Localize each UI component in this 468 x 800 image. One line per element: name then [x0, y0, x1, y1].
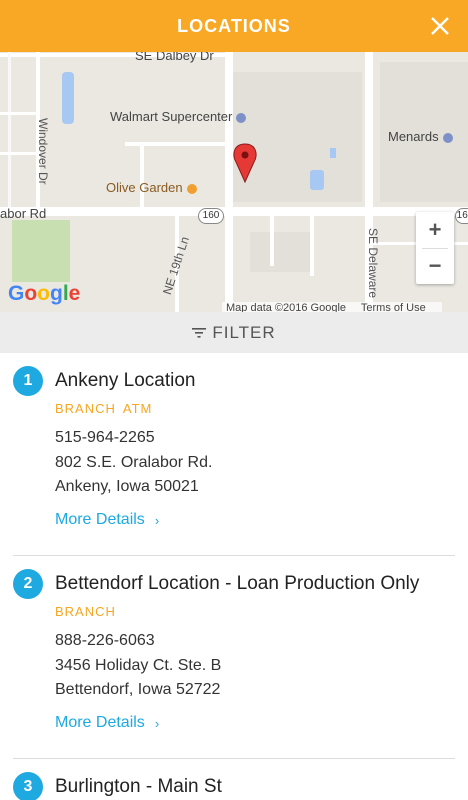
zoom-divider: [422, 248, 448, 249]
chevron-right-icon: ›: [154, 715, 160, 731]
more-details-link[interactable]: More Details ›: [55, 511, 159, 529]
location-phone[interactable]: 515-964-2265: [55, 429, 155, 447]
location-name: Bettendorf Location - Loan Production On…: [55, 573, 420, 594]
shopping-icon: [236, 112, 247, 123]
map-data-text: Map data ©2016 Google: [226, 302, 347, 312]
tag-atm: ATM: [122, 401, 153, 416]
list-item[interactable]: 2 Bettendorf Location - Loan Production …: [13, 556, 455, 759]
map-background: [0, 52, 468, 312]
route-160-shield-right: 160: [455, 208, 468, 224]
filter-button[interactable]: FILTER: [0, 312, 468, 353]
header-bar: LOCATIONS: [0, 0, 468, 52]
zoom-in-button[interactable]: +: [416, 212, 454, 248]
location-number-badge: 3: [13, 772, 43, 800]
location-address-line1: 3456 Holiday Ct. Ste. B: [55, 657, 222, 674]
location-name: Ankeny Location: [55, 370, 196, 391]
map-label-sedelaware: SE Delaware: [366, 228, 380, 299]
tag-branch: BRANCH: [55, 604, 116, 619]
filter-label: FILTER: [212, 322, 276, 342]
location-phone[interactable]: 888-226-6063: [55, 632, 155, 650]
location-address-line2: Ankeny, Iowa 50021: [55, 478, 199, 495]
list-item[interactable]: 3 Burlington - Main St: [13, 759, 455, 800]
map-view[interactable]: SE Dalbey Dr Walmart Supercenter Menards…: [0, 52, 468, 312]
map-label-oralabor: abor Rd: [0, 206, 47, 221]
zoom-out-button[interactable]: −: [416, 248, 454, 284]
list-item[interactable]: 1 Ankeny Location BRANCH ATM 515-964-2265…: [13, 353, 455, 556]
location-number-badge: 2: [13, 569, 43, 599]
shopping-icon: [442, 132, 453, 143]
map-label-walmart: Walmart Supercenter: [110, 109, 247, 124]
map-label-dalbey: SE Dalbey Dr: [135, 52, 214, 63]
more-details-label: More Details: [55, 511, 145, 528]
google-logo[interactable]: Google: [8, 282, 80, 306]
locations-list: 1 Ankeny Location BRANCH ATM 515-964-2265…: [0, 353, 468, 800]
location-number-badge: 1: [13, 366, 43, 396]
zoom-controls: + −: [416, 212, 454, 284]
more-details-label: More Details: [55, 714, 145, 731]
location-address-line2: Bettendorf, Iowa 52722: [55, 681, 221, 698]
location-tags: BRANCH: [55, 604, 123, 619]
location-tags: BRANCH ATM: [55, 401, 159, 416]
location-name: Burlington - Main St: [55, 776, 222, 797]
map-label-windover: Windover Dr: [36, 118, 50, 185]
chevron-right-icon: ›: [154, 512, 160, 528]
more-details-link[interactable]: More Details ›: [55, 714, 159, 732]
close-button[interactable]: [426, 12, 454, 40]
tag-branch: BRANCH: [55, 401, 116, 416]
location-address-line1: 802 S.E. Oralabor Rd.: [55, 454, 213, 471]
page-title: LOCATIONS: [177, 15, 291, 36]
map-label-menards: Menards: [388, 129, 453, 144]
route-160-shield: 160: [198, 208, 224, 224]
map-attribution: Map data ©2016 Google Terms of Use: [222, 302, 442, 312]
close-icon: [431, 17, 449, 35]
restaurant-icon: [186, 183, 197, 194]
map-label-olive-garden: Olive Garden: [106, 180, 197, 195]
terms-of-use-link[interactable]: Terms of Use: [361, 302, 426, 312]
filter-icon: [192, 327, 207, 338]
